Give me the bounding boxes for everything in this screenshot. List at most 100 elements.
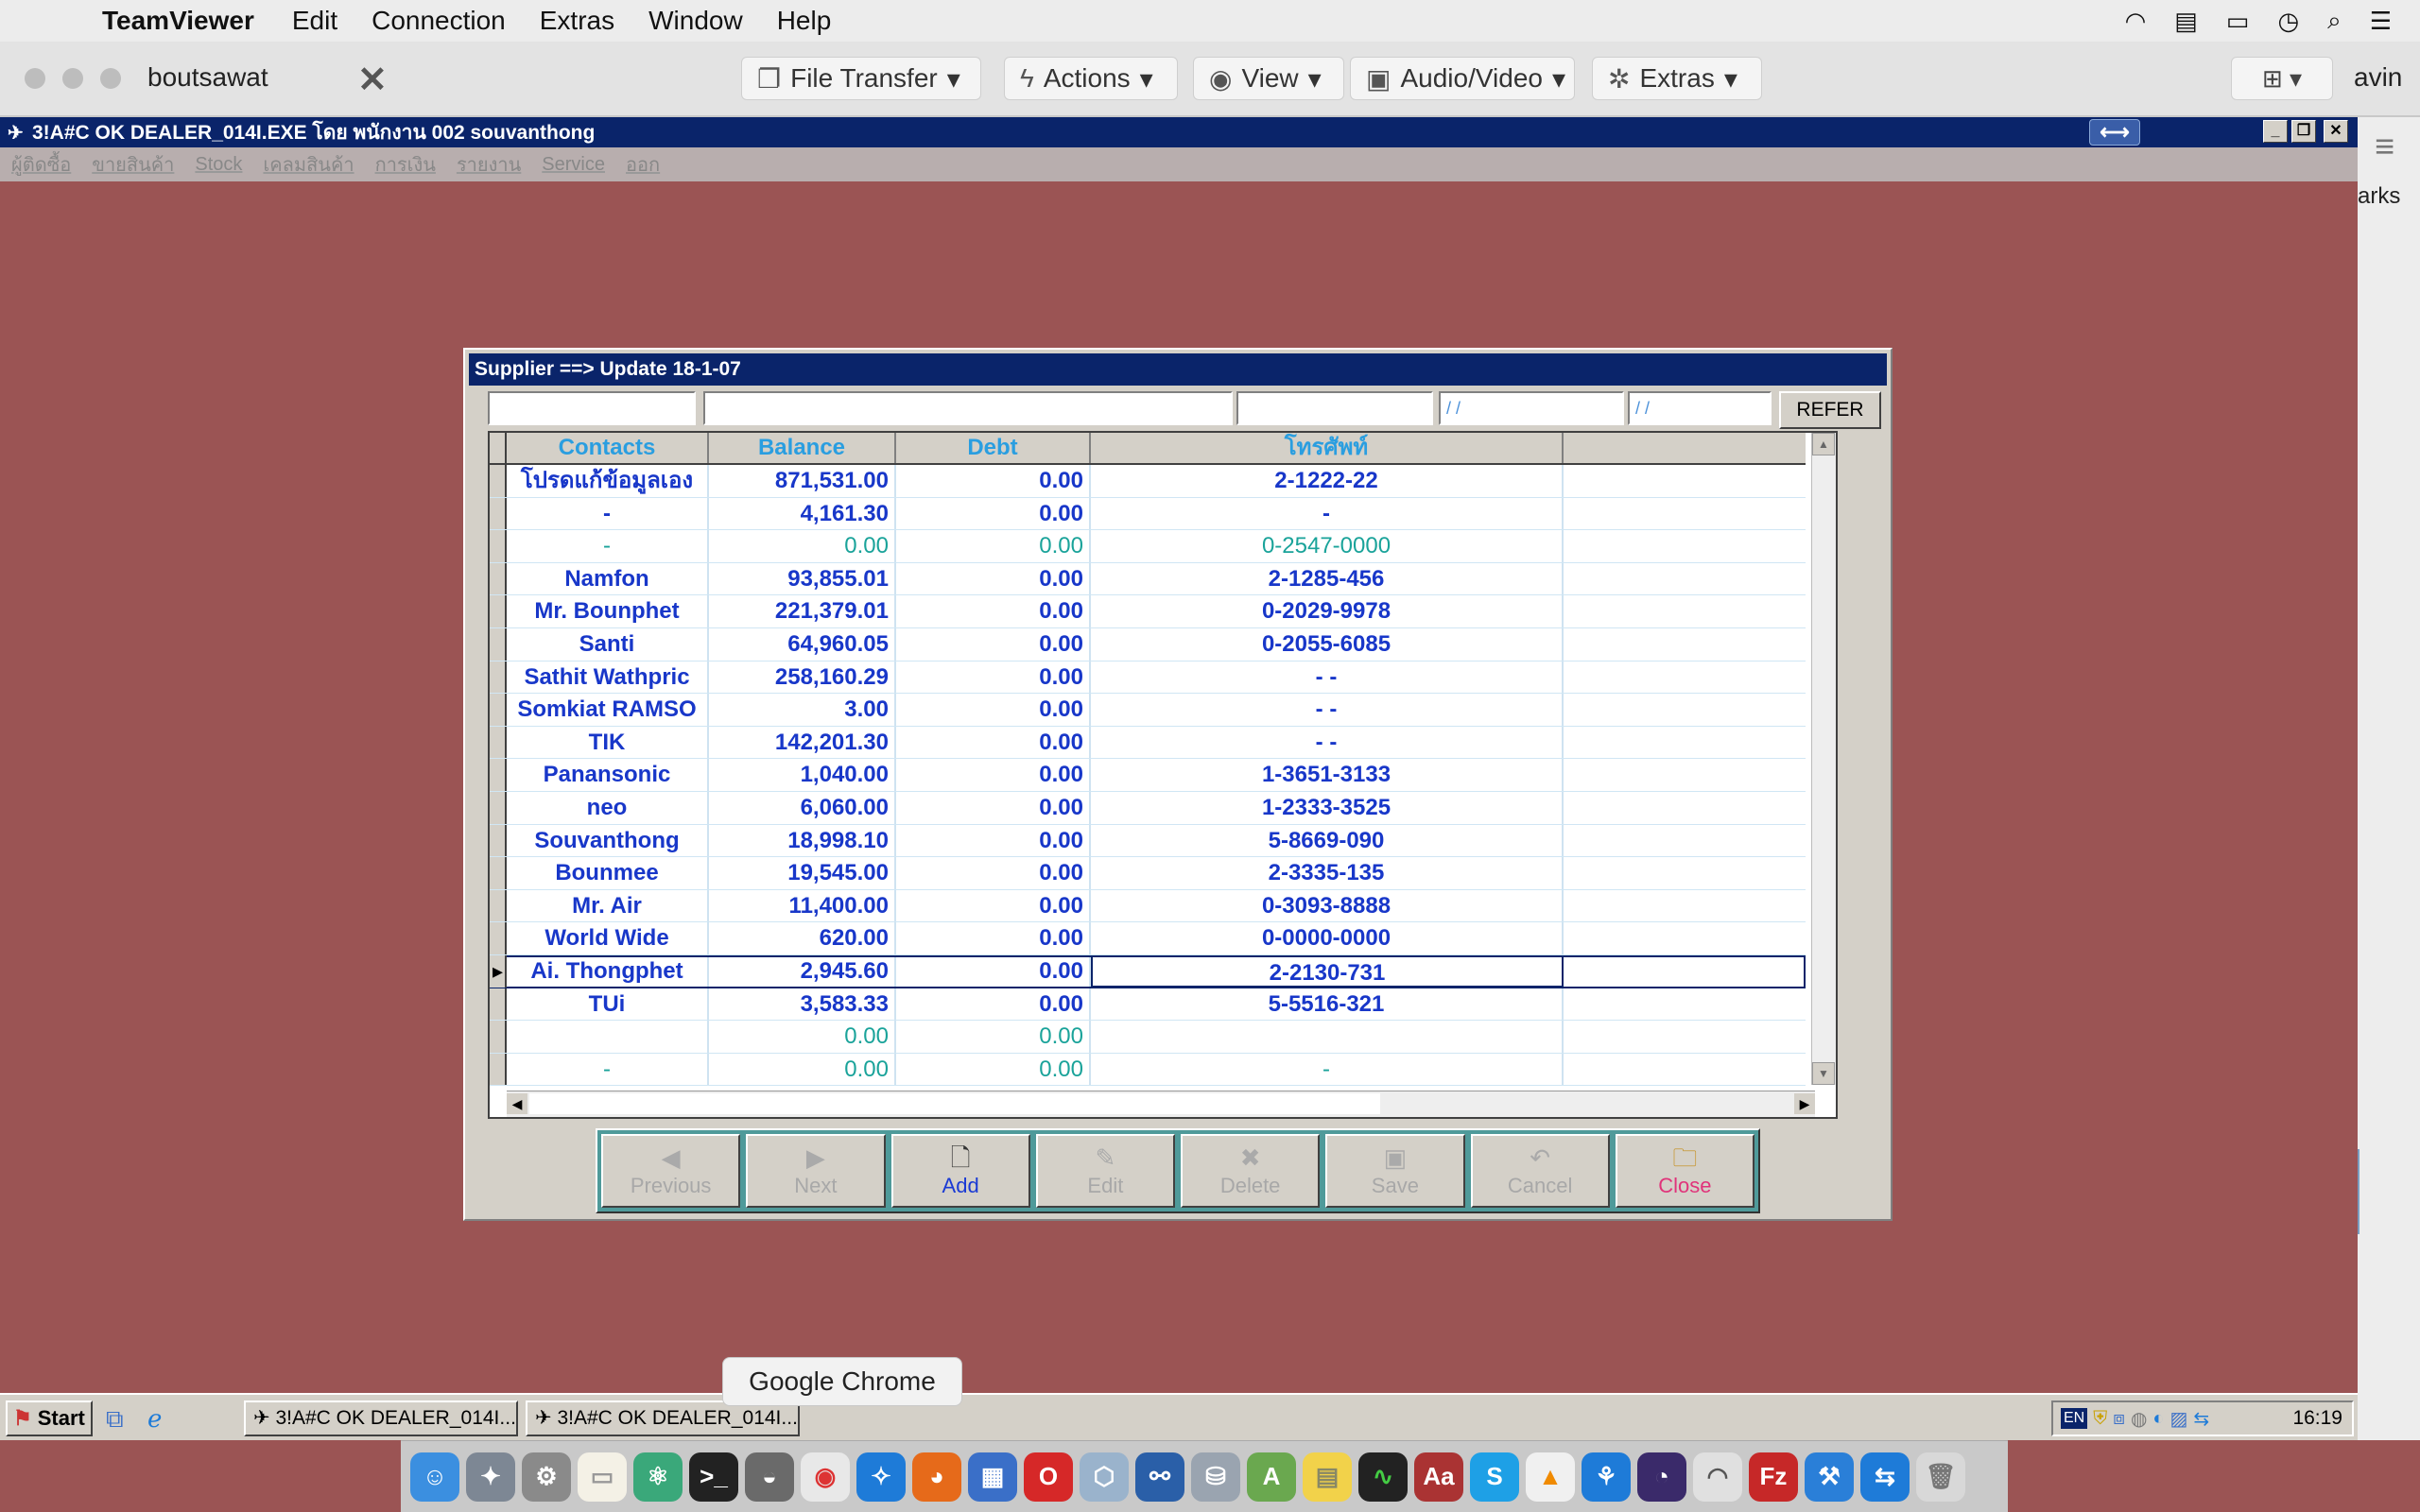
balance-cell[interactable]: 93,855.01	[709, 562, 896, 595]
debt-cell[interactable]: 0.00	[896, 595, 1091, 627]
terminal-icon[interactable]: >_	[689, 1452, 738, 1502]
blank-cell[interactable]	[1564, 955, 1806, 988]
row-selector[interactable]	[490, 791, 507, 824]
row-selector[interactable]	[490, 824, 507, 857]
phone-cell[interactable]: 5-5516-321	[1091, 988, 1564, 1021]
row-selector[interactable]	[490, 1021, 507, 1053]
debt-cell[interactable]: 0.00	[896, 759, 1091, 791]
cancel-button[interactable]: ↶ Cancel	[1470, 1134, 1610, 1208]
menu-stock[interactable]: Stock	[195, 154, 242, 176]
table-row[interactable]: Mr. Air 11,400.00 0.00 0-3093-8888	[490, 889, 1806, 923]
debt-cell[interactable]: 0.00	[896, 627, 1091, 661]
row-selector[interactable]	[490, 595, 507, 627]
balance-cell[interactable]: 221,379.01	[709, 595, 896, 627]
balance-cell[interactable]: 6,060.00	[709, 791, 896, 824]
blank-cell[interactable]	[1564, 530, 1806, 562]
scroll-right-icon[interactable]: ▶	[1794, 1093, 1815, 1114]
balance-cell[interactable]: 3.00	[709, 694, 896, 726]
debt-cell[interactable]: 0.00	[896, 562, 1091, 595]
phone-cell[interactable]: 2-2130-731	[1091, 954, 1564, 988]
notes-icon[interactable]: ▭	[578, 1452, 627, 1502]
phone-cell[interactable]: -	[1091, 1053, 1564, 1086]
debt-cell[interactable]: 0.00	[896, 922, 1091, 954]
resize-arrows-icon[interactable]: ⟷	[2089, 119, 2140, 146]
table-row[interactable]: Panansonic 1,040.00 0.00 1-3651-3133	[490, 759, 1806, 792]
blank-cell[interactable]	[1564, 628, 1806, 661]
show-desktop-icon[interactable]: ⧉	[106, 1404, 124, 1435]
battery-icon[interactable]: ▭	[2226, 7, 2250, 36]
contact-cell[interactable]: Mr. Air	[507, 889, 709, 922]
menu-app-name[interactable]: TeamViewer	[102, 6, 254, 36]
blank-cell[interactable]	[1564, 988, 1806, 1021]
table-row-selected[interactable]: Ai. Thongphet2,945.600.002-2130-731	[490, 954, 1806, 988]
row-selector[interactable]	[490, 661, 507, 694]
extras-button[interactable]: ✲ Extras ▾	[1592, 57, 1762, 100]
table-row[interactable]: Somkiat RAMSO 3.00 0.00- -	[490, 694, 1806, 727]
safari-icon[interactable]: ✧	[856, 1452, 906, 1502]
row-selector[interactable]	[490, 562, 507, 595]
balance-cell[interactable]: 4,161.30	[709, 497, 896, 530]
row-selector[interactable]	[490, 1053, 507, 1086]
blank-cell[interactable]	[1564, 890, 1806, 922]
table-row[interactable]: TUi 3,583.33 0.00 5-5516-321	[490, 988, 1806, 1022]
contact-cell[interactable]: Mr. Bounphet	[507, 595, 709, 627]
tray-app-icon[interactable]: ▨	[2170, 1407, 2188, 1431]
date-field-to[interactable]: / /	[1628, 391, 1772, 425]
android-studio-icon[interactable]: A	[1247, 1452, 1296, 1502]
blank-cell[interactable]	[1564, 662, 1806, 694]
phone-cell[interactable]	[1091, 1021, 1564, 1053]
phone-cell[interactable]: 1-3651-3133	[1091, 759, 1564, 791]
close-button[interactable]: 🗀 Close	[1615, 1134, 1754, 1208]
balance-cell[interactable]: 620.00	[709, 922, 896, 954]
shield-icon[interactable]: ⛨	[2093, 1408, 2107, 1430]
table-row[interactable]: Namfon 93,855.01 0.00 2-1285-456	[490, 562, 1806, 596]
filter-field-3[interactable]	[1236, 391, 1433, 425]
table-row[interactable]: TIK 142,201.30 0.00- -	[490, 726, 1806, 760]
tray-app-icon[interactable]: ◐	[2152, 1408, 2164, 1430]
menu-claims[interactable]: เคลมสินค้า	[263, 149, 354, 180]
table-row[interactable]: โปรดแก้ข้อมูลเอง 871,531.00 0.00 2-1222-22	[490, 465, 1806, 498]
balance-cell[interactable]: 0.00	[709, 530, 896, 562]
flag-icon[interactable]: ▤	[2174, 7, 2198, 36]
phone-cell[interactable]: 5-8669-090	[1091, 824, 1564, 857]
menu-service[interactable]: Service	[542, 154, 605, 176]
close-session-icon[interactable]: ✕	[357, 59, 388, 101]
wifi-tool-icon[interactable]: ◠	[1693, 1452, 1742, 1502]
menu-finance[interactable]: การเงิน	[375, 149, 436, 180]
vertical-scrollbar[interactable]: ▲ ▼	[1811, 433, 1836, 1085]
tray-app-icon[interactable]: ◍	[2131, 1407, 2147, 1431]
debt-cell[interactable]: 0.00	[896, 530, 1091, 562]
scroll-down-icon[interactable]: ▼	[1812, 1062, 1835, 1085]
refer-button[interactable]: REFER	[1779, 391, 1881, 429]
contact-cell[interactable]	[507, 1021, 709, 1053]
scroll-left-icon[interactable]: ◀	[507, 1093, 527, 1114]
debt-cell[interactable]: 0.00	[896, 988, 1091, 1021]
balance-cell[interactable]: 3,583.33	[709, 988, 896, 1021]
scroll-thumb[interactable]	[529, 1093, 1380, 1114]
debt-cell[interactable]: 0.00	[896, 1053, 1091, 1086]
xcode-icon[interactable]: ⚒	[1805, 1452, 1854, 1502]
phone-cell[interactable]: -	[1091, 497, 1564, 530]
col-header-phone[interactable]: โทรศัพท์	[1091, 433, 1564, 463]
contact-cell[interactable]: neo	[507, 791, 709, 824]
atom-icon[interactable]: ⚛	[633, 1452, 683, 1502]
filezilla-alt-icon[interactable]: ⚘	[1582, 1452, 1631, 1502]
scroll-up-icon[interactable]: ▲	[1812, 433, 1835, 455]
save-button[interactable]: ▣ Save	[1325, 1134, 1465, 1208]
contact-cell[interactable]: World Wide	[507, 922, 709, 954]
blank-cell[interactable]	[1564, 465, 1806, 497]
blank-cell[interactable]	[1564, 792, 1806, 824]
virtual-machine-icon[interactable]: ▦	[968, 1452, 1017, 1502]
filezilla-icon[interactable]: Fz	[1749, 1452, 1798, 1502]
close-button[interactable]: ✕	[2324, 120, 2348, 143]
debt-cell[interactable]: 0.00	[896, 661, 1091, 694]
file-transfer-button[interactable]: ❐ File Transfer ▾	[741, 57, 981, 100]
virtualbox-icon[interactable]: ⬡	[1080, 1452, 1129, 1502]
blank-cell[interactable]	[1564, 759, 1806, 791]
row-selector[interactable]	[490, 627, 507, 661]
dictionary-icon[interactable]: Aa	[1414, 1452, 1463, 1502]
blank-cell[interactable]	[1564, 694, 1806, 726]
phone-cell[interactable]: 0-3093-8888	[1091, 889, 1564, 922]
table-row[interactable]: World Wide 620.00 0.00 0-0000-0000	[490, 922, 1806, 955]
firefox-icon[interactable]: ◕	[912, 1452, 961, 1502]
